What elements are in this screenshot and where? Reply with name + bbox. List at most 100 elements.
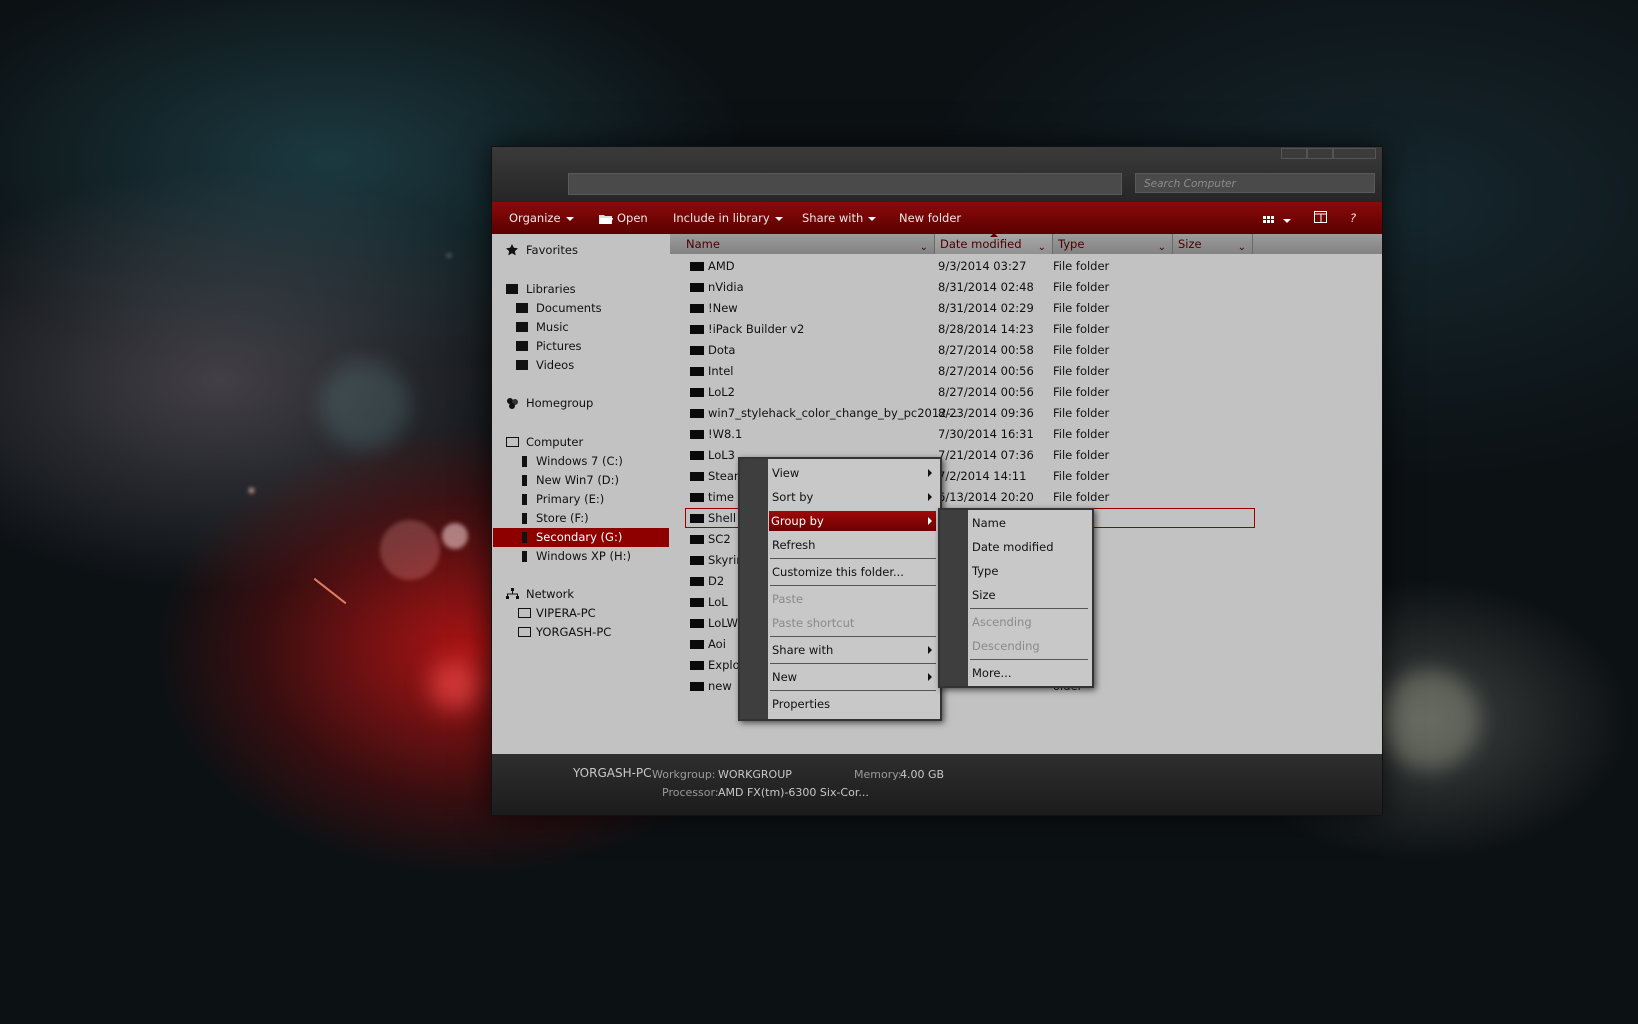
- column-size[interactable]: Size ⌄: [1173, 234, 1253, 254]
- menu-item-paste-shortcut[interactable]: Paste shortcut: [770, 613, 936, 633]
- computer-icon: [518, 608, 531, 618]
- folder-icon: [690, 367, 704, 376]
- menu-item-view[interactable]: View: [770, 463, 936, 483]
- nav-pictures[interactable]: Pictures: [516, 337, 582, 356]
- preview-pane-button[interactable]: [1314, 211, 1327, 226]
- minimize-button[interactable]: [1281, 148, 1307, 159]
- share-with-button[interactable]: Share with: [802, 211, 877, 225]
- nav-favorites[interactable]: Favorites: [506, 241, 578, 260]
- nav-network-pc-vipera[interactable]: VIPERA-PC: [518, 604, 596, 623]
- file-type: File folder: [1053, 322, 1110, 336]
- menu-gutter: [740, 459, 768, 719]
- maximize-button[interactable]: [1307, 148, 1333, 159]
- menu-item-share-with[interactable]: Share with: [770, 640, 936, 660]
- nav-documents-label: Documents: [536, 301, 602, 315]
- file-type: File folder: [1053, 259, 1110, 273]
- menu-item-sort-by[interactable]: Sort by: [770, 487, 936, 507]
- file-row[interactable]: Dota 8/27/2014 00:58 File folder: [670, 340, 1382, 360]
- nav-drive-f[interactable]: Store (F:): [522, 509, 589, 528]
- file-row[interactable]: Intel 8/27/2014 00:56 File folder: [670, 361, 1382, 381]
- submenu-item-size[interactable]: Size: [970, 585, 1088, 605]
- menu-item-label: Properties: [772, 697, 831, 711]
- file-date: 9/3/2014 03:27: [938, 259, 1027, 273]
- nav-videos[interactable]: Videos: [516, 356, 574, 375]
- nav-drive-g[interactable]: Secondary (G:): [493, 528, 669, 547]
- menu-item-label: Refresh: [772, 538, 816, 552]
- submenu-item-descending[interactable]: Descending: [970, 636, 1088, 656]
- drive-icon: [522, 551, 527, 562]
- file-type: File folder: [1053, 448, 1110, 462]
- file-row[interactable]: !iPack Builder v2 8/28/2014 14:23 File fol…: [670, 319, 1382, 339]
- nav-computer[interactable]: Computer: [506, 433, 583, 452]
- nav-music[interactable]: Music: [516, 318, 569, 337]
- nav-network-pc-yorgash[interactable]: YORGASH-PC: [518, 623, 611, 642]
- nav-drive-h[interactable]: Windows XP (H:): [522, 547, 631, 566]
- file-row[interactable]: AMD 9/3/2014 03:27 File folder: [670, 256, 1382, 276]
- drive-icon: [522, 475, 527, 486]
- menu-item-label: Descending: [972, 639, 1040, 653]
- drive-icon: [522, 513, 527, 524]
- change-view-button[interactable]: [1263, 213, 1291, 227]
- nav-network[interactable]: Network: [506, 585, 574, 604]
- close-button[interactable]: [1333, 148, 1376, 159]
- network-icon: [506, 588, 519, 599]
- help-icon: ?: [1350, 211, 1357, 225]
- preview-pane-icon: [1314, 211, 1327, 223]
- navigation-pane: Favorites Libraries Documents Music Pict…: [492, 234, 670, 754]
- menu-separator: [770, 636, 936, 637]
- nav-drive-d[interactable]: New Win7 (D:): [522, 471, 619, 490]
- menu-item-refresh[interactable]: Refresh: [770, 535, 936, 555]
- nav-drive-c[interactable]: Windows 7 (C:): [522, 452, 623, 471]
- menu-separator: [770, 663, 936, 664]
- include-in-library-button[interactable]: Include in library: [673, 211, 783, 225]
- chevron-down-icon: [1283, 218, 1291, 223]
- organize-button[interactable]: Organize: [509, 211, 574, 225]
- nav-network-label: Network: [526, 587, 575, 601]
- grid-view-icon: [1263, 216, 1274, 223]
- submenu-item-name[interactable]: Name: [970, 513, 1088, 533]
- file-row[interactable]: nVidia 8/31/2014 02:48 File folder: [670, 277, 1382, 297]
- menu-item-new[interactable]: New: [770, 667, 936, 687]
- memory-value: 4.00 GB: [900, 768, 945, 781]
- file-name: time: [708, 490, 734, 504]
- new-folder-button[interactable]: New folder: [899, 211, 961, 225]
- menu-item-properties[interactable]: Properties: [770, 694, 936, 714]
- column-type[interactable]: Type ⌄: [1053, 234, 1173, 254]
- file-row[interactable]: !New 8/31/2014 02:29 File folder: [670, 298, 1382, 318]
- file-row[interactable]: win7_stylehack_color_change_by_pc2012-..…: [670, 403, 1382, 423]
- nav-homegroup[interactable]: Homegroup: [506, 394, 593, 413]
- memory-label: Memory:: [854, 768, 902, 781]
- submenu-item-date-modified[interactable]: Date modified: [970, 537, 1088, 557]
- folder-icon: [690, 472, 704, 481]
- column-name[interactable]: Name ⌄: [670, 234, 935, 254]
- nav-drive-label: Windows 7 (C:): [536, 454, 623, 468]
- nav-libraries[interactable]: Libraries: [506, 280, 576, 299]
- menu-item-paste[interactable]: Paste: [770, 589, 936, 609]
- file-date: 8/28/2014 14:23: [938, 322, 1034, 336]
- file-name: !W8.1: [708, 427, 743, 441]
- nav-drive-e[interactable]: Primary (E:): [522, 490, 604, 509]
- nav-documents[interactable]: Documents: [516, 299, 602, 318]
- submenu-item-more[interactable]: More...: [970, 663, 1088, 683]
- nav-network-pc-label: VIPERA-PC: [536, 606, 596, 620]
- submenu-item-type[interactable]: Type: [970, 561, 1088, 581]
- folder-icon: [690, 388, 704, 397]
- submenu-item-ascending[interactable]: Ascending: [970, 612, 1088, 632]
- details-pane: YORGASH-PC Workgroup: WORKGROUP Memory: …: [492, 754, 1382, 815]
- nav-videos-label: Videos: [536, 358, 575, 372]
- menu-separator: [770, 558, 936, 559]
- help-button[interactable]: ?: [1350, 211, 1356, 225]
- open-button[interactable]: Open: [598, 211, 648, 225]
- menu-item-group-by[interactable]: Group by: [769, 511, 936, 531]
- file-name: new: [708, 679, 732, 693]
- menu-item-customize[interactable]: Customize this folder...: [770, 562, 936, 582]
- column-date-modified[interactable]: Date modified ⌄: [935, 233, 1053, 254]
- file-row[interactable]: LoL2 8/27/2014 00:56 File folder: [670, 382, 1382, 402]
- file-type: File folder: [1053, 427, 1110, 441]
- search-input[interactable]: Search Computer: [1135, 173, 1375, 193]
- chevron-right-icon: [928, 673, 932, 681]
- address-bar[interactable]: [568, 173, 1122, 195]
- drive-icon: [522, 532, 527, 543]
- file-row[interactable]: !W8.1 7/30/2014 16:31 File folder: [670, 424, 1382, 444]
- title-bar[interactable]: Search Computer: [492, 147, 1382, 202]
